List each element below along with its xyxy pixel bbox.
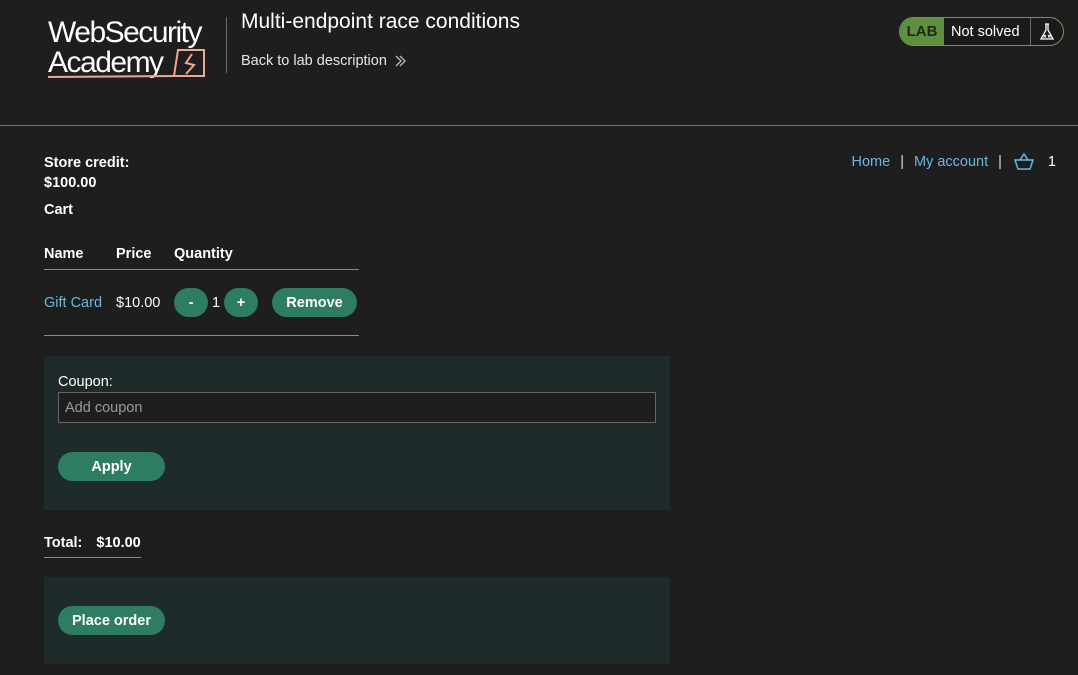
back-to-lab-description-link[interactable]: Back to lab description (241, 53, 407, 69)
my-account-link[interactable]: My account (914, 154, 988, 170)
back-link-label: Back to lab description (241, 53, 387, 69)
cart-count: 1 (1047, 154, 1056, 170)
lab-status-text: Not solved (951, 23, 1020, 40)
coupon-label: Coupon: (58, 374, 113, 390)
logo-divider (226, 17, 227, 73)
quantity-value: 1 (211, 294, 221, 311)
remove-button[interactable]: Remove (272, 288, 357, 317)
lab-badge: LAB (900, 18, 944, 45)
cart-heading: Cart (44, 202, 74, 218)
apply-coupon-button[interactable]: Apply (58, 452, 165, 481)
lab-status-widget: LAB Not solved (899, 17, 1064, 46)
store-credit-label: Store credit: (44, 155, 130, 171)
place-order-button[interactable]: Place order (58, 606, 165, 635)
home-link[interactable]: Home (852, 154, 891, 170)
header: WebSecurity Academy Multi-endpoint race … (0, 0, 1078, 126)
coupon-form: Coupon: Apply (44, 356, 670, 510)
product-price: $10.00 (116, 294, 161, 311)
svg-text:WebSecurity: WebSecurity (48, 16, 203, 49)
decrement-quantity-button[interactable]: - (174, 288, 208, 317)
column-header-quantity: Quantity (174, 246, 233, 262)
order-total: Total: $10.00 (44, 535, 141, 558)
store-credit: Store credit: $100.00 (44, 153, 129, 193)
web-security-academy-logo[interactable]: WebSecurity Academy (46, 14, 226, 82)
column-header-name: Name (44, 246, 84, 262)
nav-separator: | (900, 154, 904, 170)
coupon-input[interactable] (58, 392, 656, 423)
nav-separator: | (998, 154, 1002, 170)
flask-icon (1030, 18, 1063, 45)
product-link[interactable]: Gift Card (44, 295, 116, 311)
top-nav: Home | My account | 1 (852, 153, 1056, 171)
svg-text:Academy: Academy (48, 46, 164, 79)
total-value: $10.00 (96, 535, 141, 551)
table-row: Gift Card $10.00 - 1 + Remove (44, 270, 359, 336)
place-order-form: Place order (44, 577, 670, 664)
cart-table-header: Name Price Quantity (44, 246, 359, 270)
column-header-price: Price (116, 246, 152, 262)
lab-title: Multi-endpoint race conditions (241, 10, 520, 33)
increment-quantity-button[interactable]: + (224, 288, 258, 317)
total-label: Total: (44, 535, 83, 551)
store-credit-value: $100.00 (44, 175, 97, 191)
shopping-basket-icon[interactable] (1013, 153, 1034, 171)
cart-table: Name Price Quantity Gift Card $10.00 - 1… (44, 246, 359, 336)
double-chevron-right-icon (395, 55, 406, 67)
